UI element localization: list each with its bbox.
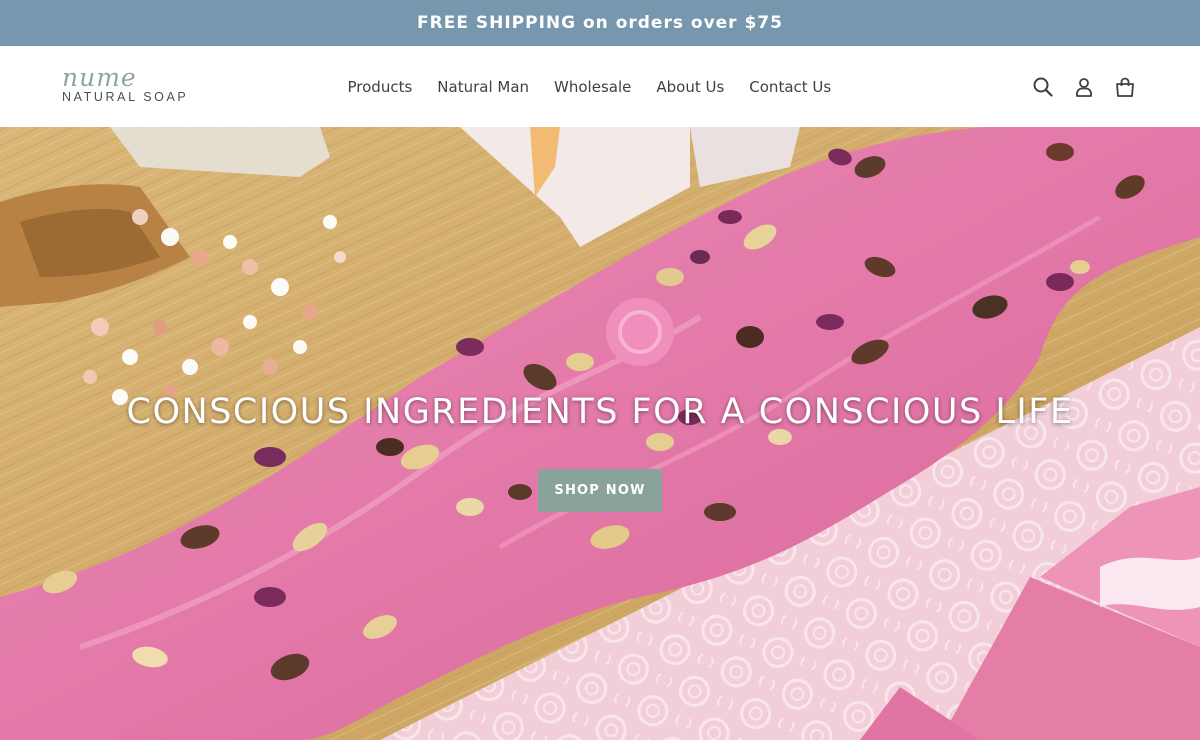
hero-title: CONSCIOUS INGREDIENTS FOR A CONSCIOUS LI… xyxy=(126,392,1074,432)
announcement-text: FREE SHIPPING on orders over $75 xyxy=(417,13,783,33)
search-icon[interactable] xyxy=(1032,76,1054,98)
header-icons xyxy=(1032,46,1136,127)
nav-item-natural-man[interactable]: Natural Man xyxy=(425,78,542,96)
hero-image xyxy=(0,127,1200,740)
cart-icon[interactable] xyxy=(1114,76,1136,98)
nav-item-wholesale[interactable]: Wholesale xyxy=(542,78,644,96)
logo-script: nume xyxy=(62,63,137,92)
account-icon[interactable] xyxy=(1073,76,1095,98)
nav-item-about-us[interactable]: About Us xyxy=(644,78,737,96)
nav-item-contact-us[interactable]: Contact Us xyxy=(737,78,844,96)
hero-banner: CONSCIOUS INGREDIENTS FOR A CONSCIOUS LI… xyxy=(0,127,1200,740)
nav-item-products[interactable]: Products xyxy=(335,78,425,96)
main-nav: Products Natural Man Wholesale About Us … xyxy=(335,46,844,127)
logo-subtitle: NATURAL SOAP xyxy=(62,90,189,104)
shop-now-button[interactable]: SHOP NOW xyxy=(538,469,662,512)
site-logo[interactable]: nume NATURAL SOAP xyxy=(62,63,202,106)
announcement-bar: FREE SHIPPING on orders over $75 xyxy=(0,0,1200,46)
site-header: nume NATURAL SOAP Products Natural Man W… xyxy=(0,46,1200,127)
